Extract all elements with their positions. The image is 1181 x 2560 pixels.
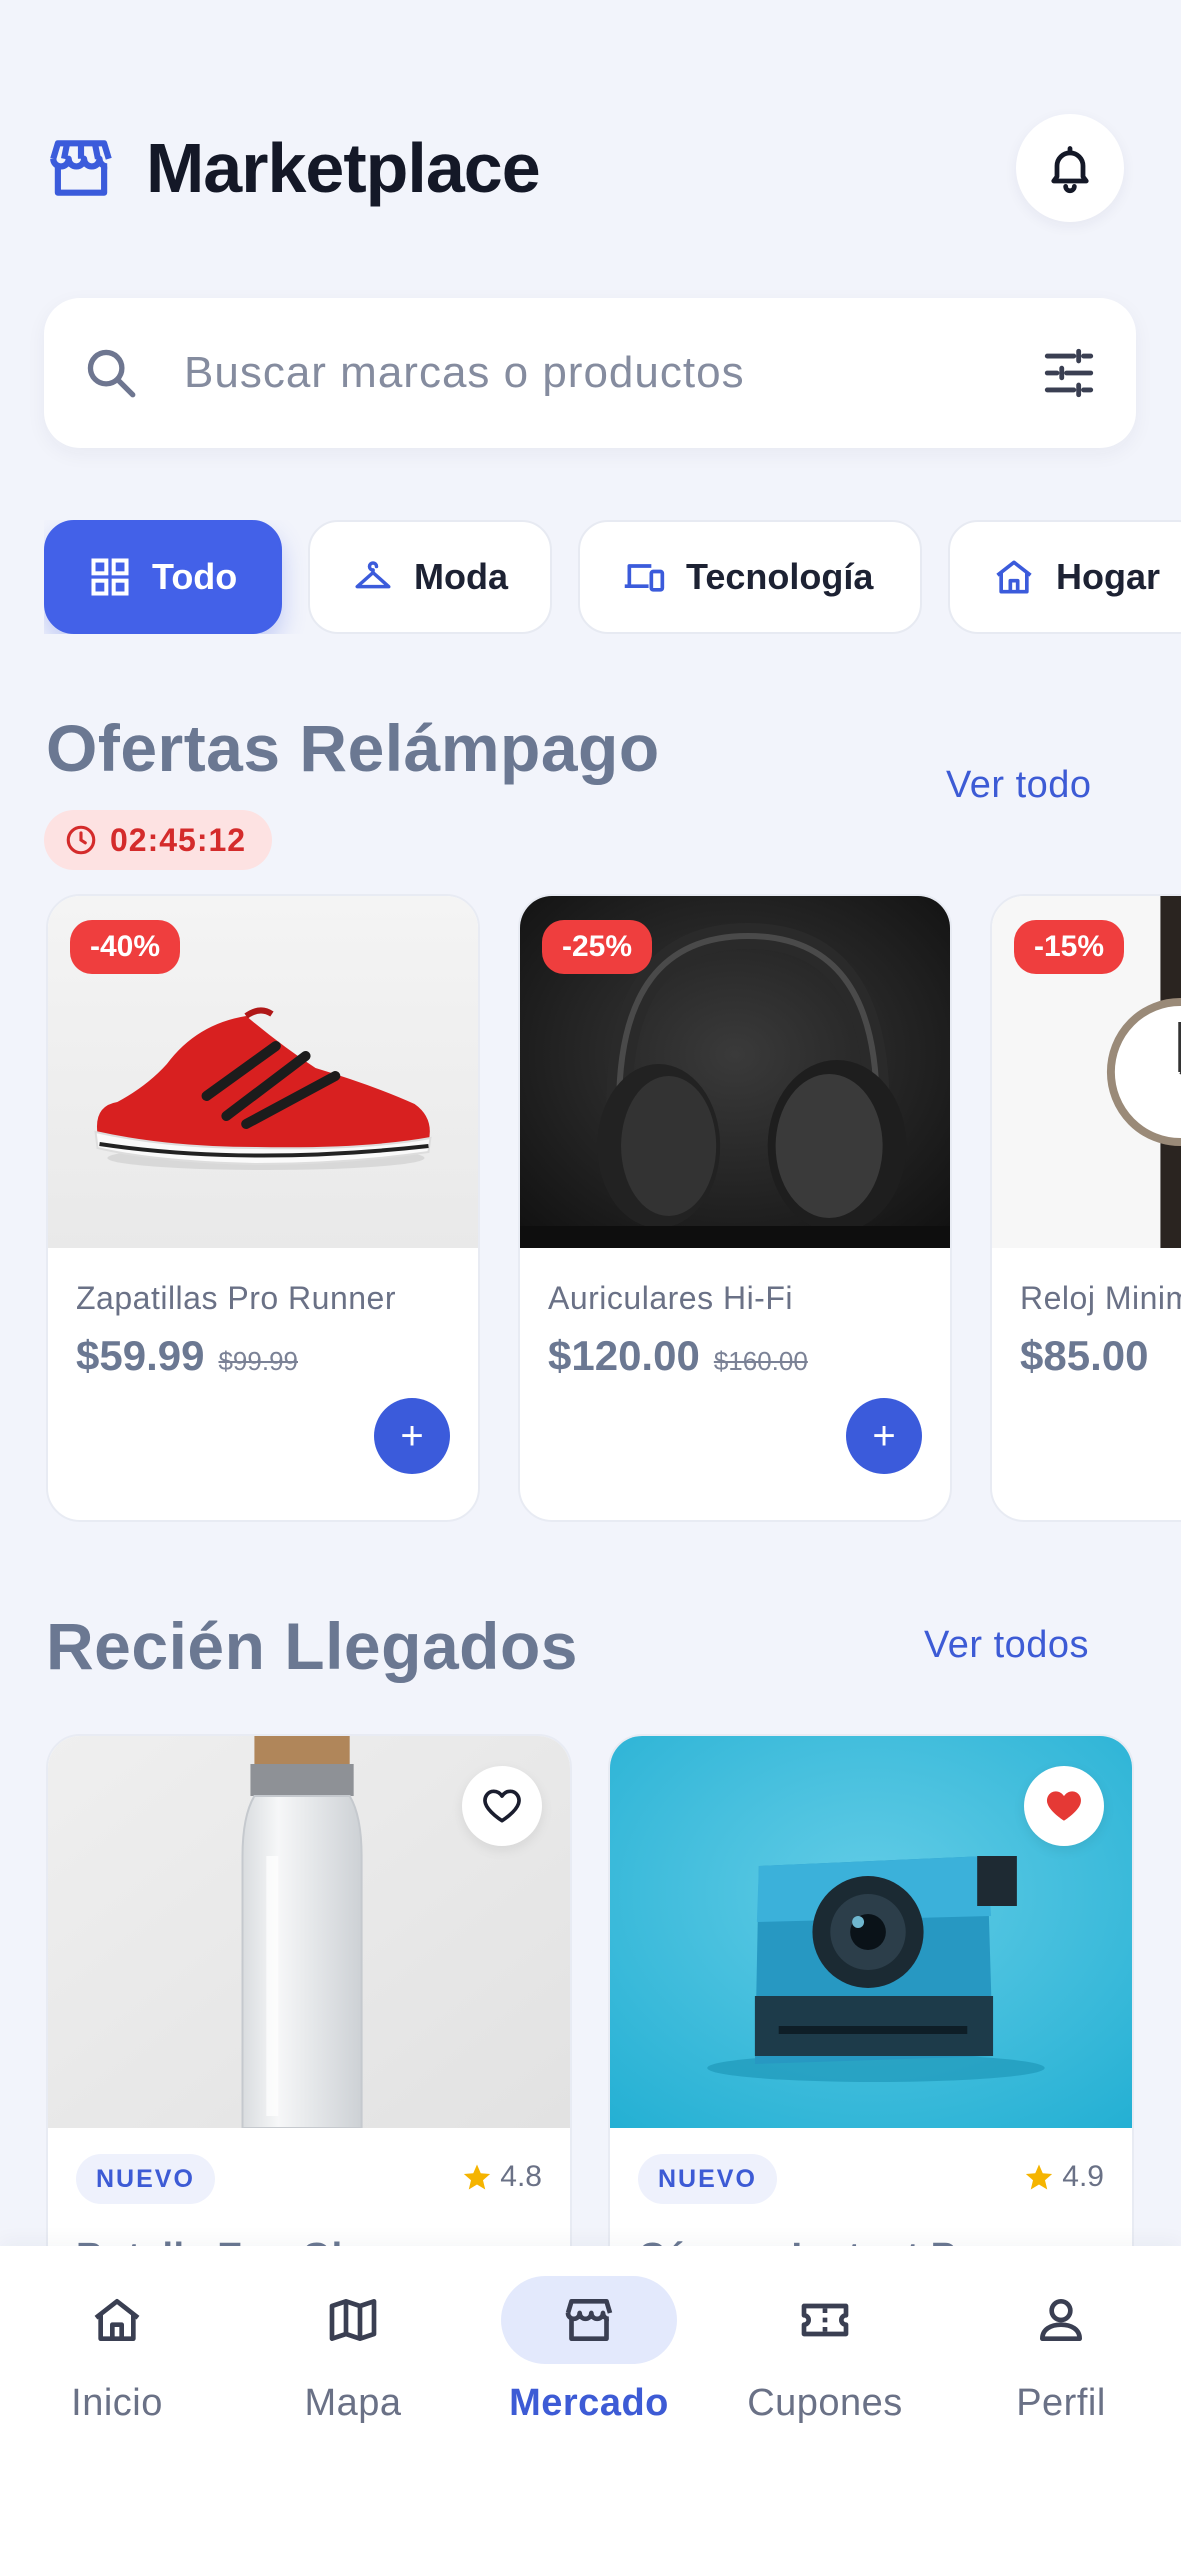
nav-icon-container [737,2276,913,2364]
price-row: $85.00 [1020,1332,1148,1380]
price-row: $59.99 $99.99 [76,1332,298,1380]
clock-icon [66,825,96,855]
search-input[interactable] [184,348,1040,398]
product-card[interactable]: NUEVO 4.9 Cámara Instant Pro [608,1734,1134,2294]
new-arrivals-title: Recién Llegados [46,1609,578,1683]
new-arrivals-grid: NUEVO 4.8 Botella Eco-Glass [46,1734,1136,2294]
product-name: Auriculares Hi-Fi [548,1280,793,1316]
nav-label: Inicio [71,2382,163,2424]
deal-card[interactable]: -40% Zapatillas Pro Runner $59.99 $99.99… [46,894,480,1522]
heart-filled-icon [1047,1791,1081,1821]
category-label: Hogar [1056,556,1161,597]
app-header: Marketplace [44,112,1124,224]
product-image-headphones: -25% [520,896,950,1248]
product-image-shoe: -40% [48,896,478,1248]
sliders-icon [1044,348,1094,398]
add-to-cart-button[interactable]: + [374,1398,450,1474]
storefront-icon [44,131,118,205]
rating-value: 4.8 [500,2160,542,2193]
category-label: Moda [414,556,508,597]
nav-item-mapa[interactable]: Mapa [258,2276,448,2476]
home-icon [996,560,1032,594]
discount-badge: -25% [542,920,653,974]
new-badge: NUEVO [76,2154,215,2204]
nav-label: Mercado [509,2382,669,2424]
deal-card[interactable]: -25% Auriculares Hi-Fi $120.00 $160.00 + [518,894,952,1522]
nav-label: Perfil [1016,2382,1106,2424]
timer-value: 02:45:12 [110,821,247,858]
product-name: Reloj Minimalista [1020,1280,1181,1316]
star-icon [464,2164,491,2190]
current-price: $120.00 [548,1332,700,1379]
brand: Marketplace [44,128,541,208]
search-icon [82,344,140,402]
nav-icon-container [29,2276,205,2364]
flash-see-all-link[interactable]: Ver todo [946,764,1092,807]
discount-badge: -40% [70,920,181,974]
nav-item-cupones[interactable]: Cupones [730,2276,920,2476]
filter-button[interactable] [1040,344,1098,402]
product-name: Zapatillas Pro Runner [76,1280,396,1316]
product-image-camera [610,1736,1132,2128]
category-label: Tecnología [686,556,874,597]
nav-icon-container [973,2276,1149,2364]
original-price: $160.00 [713,1346,808,1376]
grid-icon [91,558,129,596]
nav-label: Mapa [304,2382,402,2424]
nav-item-inicio[interactable]: Inicio [22,2276,212,2476]
search-bar [44,298,1136,448]
discount-badge: -15% [1014,920,1125,974]
price-row: $120.00 $160.00 [548,1332,808,1380]
category-label: Todo [152,556,238,597]
category-chip-tecnologia[interactable]: Tecnología [578,520,922,634]
favorite-button[interactable] [462,1766,542,1846]
product-image-watch: -15% [992,896,1181,1248]
nav-icon-container [265,2276,441,2364]
favorite-button[interactable] [1024,1766,1104,1846]
nav-icon-container [501,2276,677,2364]
person-icon [1040,2299,1082,2341]
add-to-cart-button[interactable]: + [846,1398,922,1474]
product-card[interactable]: NUEVO 4.8 Botella Eco-Glass [46,1734,572,2294]
flash-deals-title: Ofertas Relámpago [46,711,660,785]
category-chip-hogar[interactable]: Hogar [948,520,1181,634]
ticket-icon [801,2303,849,2337]
deal-card[interactable]: -15% Reloj Minimalista $85.00 [990,894,1181,1522]
map-icon [329,2299,377,2341]
rating: 4.8 [462,2160,542,2194]
storefront-icon [565,2299,613,2341]
notifications-button[interactable] [1016,114,1124,222]
home-icon [94,2299,140,2341]
category-chips: Todo Moda Tecnología Hogar [44,520,1181,634]
current-price: $59.99 [76,1332,205,1379]
rating: 4.9 [1024,2160,1104,2194]
category-chip-moda[interactable]: Moda [308,520,552,634]
flash-deals-carousel: -40% Zapatillas Pro Runner $59.99 $99.99… [46,894,1181,1524]
arrivals-see-all-link[interactable]: Ver todos [924,1624,1089,1667]
bell-icon [1051,146,1089,194]
nav-item-mercado[interactable]: Mercado [494,2276,684,2476]
current-price: $85.00 [1020,1332,1149,1379]
original-price: $99.99 [218,1346,298,1376]
rating-value: 4.9 [1062,2160,1104,2193]
page-title: Marketplace [146,129,541,207]
heart-outline-icon [483,1789,521,1823]
hanger-icon [355,561,391,589]
category-chip-todo[interactable]: Todo [44,520,282,634]
bottom-navigation: Inicio Mapa Mercado Cupones Perfil [0,2246,1181,2560]
star-icon [1026,2164,1053,2190]
new-badge: NUEVO [638,2154,777,2204]
product-image-bottle [48,1736,570,2128]
nav-item-perfil[interactable]: Perfil [966,2276,1156,2476]
countdown-timer: 02:45:12 [44,810,273,870]
nav-label: Cupones [747,2382,903,2424]
devices-icon [624,564,665,592]
